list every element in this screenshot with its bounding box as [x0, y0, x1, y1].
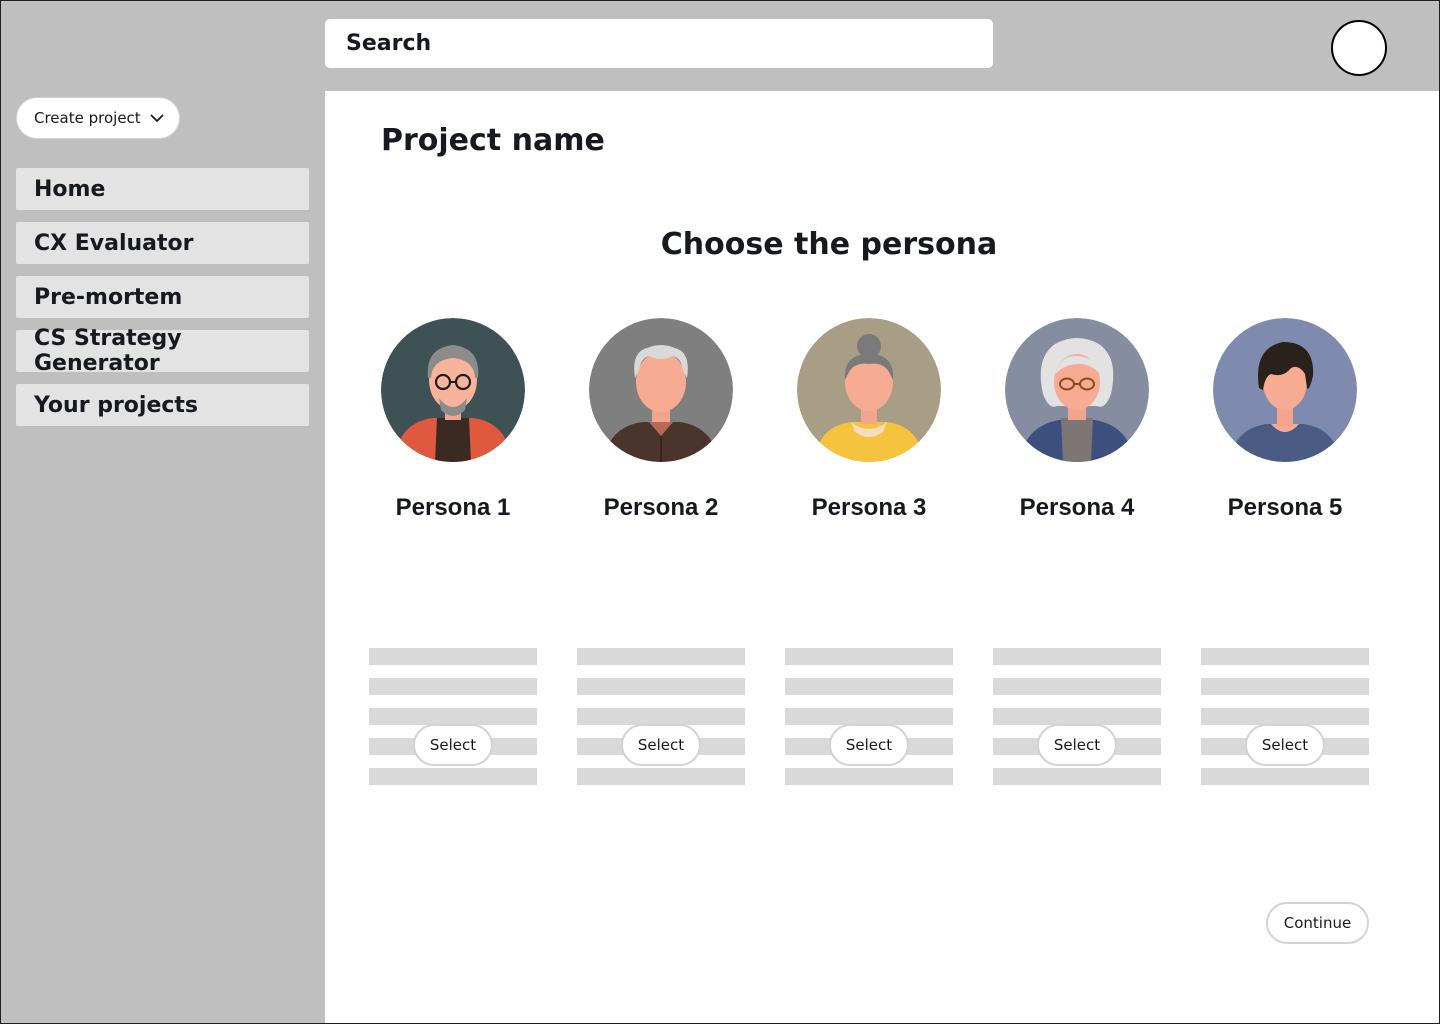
- sidebar-item-label: Your projects: [34, 392, 199, 418]
- sidebar-item-cx-evaluator[interactable]: CX Evaluator: [16, 222, 309, 264]
- select-persona-4-button[interactable]: Select: [1037, 724, 1117, 766]
- select-persona-3-button[interactable]: Select: [829, 724, 909, 766]
- persona-card: Persona 1: [369, 318, 537, 785]
- placeholder-line: [369, 678, 537, 695]
- persona-card: Persona 3: [785, 318, 953, 785]
- placeholder-line: [785, 678, 953, 695]
- persona-card: Persona 4: [993, 318, 1161, 785]
- placeholder-line: [993, 678, 1161, 695]
- placeholder-line: [785, 708, 953, 725]
- select-persona-5-button[interactable]: Select: [1245, 724, 1325, 766]
- persona-card: Persona 5: [1201, 318, 1369, 785]
- chevron-down-icon: [150, 114, 164, 122]
- persona-name: Persona 5: [1227, 494, 1343, 521]
- persona-card: Persona 2: [577, 318, 745, 785]
- persona-name: Persona 4: [1019, 494, 1135, 521]
- persona-avatar: [1213, 318, 1357, 462]
- sidebar-item-label: CX Evaluator: [34, 230, 194, 256]
- placeholder-line: [993, 768, 1161, 785]
- persona-name: Persona 1: [395, 494, 511, 521]
- search-placeholder: Search: [346, 31, 432, 56]
- main-content: Project name Choose the persona Persona …: [325, 91, 1439, 1023]
- placeholder-line: [993, 648, 1161, 665]
- placeholder-line: [993, 708, 1161, 725]
- persona-avatar: [797, 318, 941, 462]
- placeholder-line: [577, 648, 745, 665]
- placeholder-line: [785, 768, 953, 785]
- placeholder-line: [1201, 678, 1369, 695]
- persona-avatar: [381, 318, 525, 462]
- select-persona-1-button[interactable]: Select: [413, 724, 493, 766]
- sidebar-item-label: Home: [34, 176, 106, 202]
- section-heading: Choose the persona: [660, 227, 998, 262]
- user-avatar[interactable]: [1331, 20, 1387, 76]
- placeholder-line: [577, 768, 745, 785]
- persona-name: Persona 2: [603, 494, 719, 521]
- placeholder-line: [1201, 708, 1369, 725]
- placeholder-line: [369, 648, 537, 665]
- placeholder-line: [1201, 648, 1369, 665]
- placeholder-line: [577, 708, 745, 725]
- sidebar-item-pre-mortem[interactable]: Pre-mortem: [16, 276, 309, 318]
- persona-name: Persona 3: [811, 494, 927, 521]
- continue-button[interactable]: Continue: [1266, 902, 1369, 944]
- persona-avatar: [589, 318, 733, 462]
- placeholder-line: [369, 768, 537, 785]
- create-project-button[interactable]: Create project: [16, 97, 180, 139]
- persona-avatar: [1005, 318, 1149, 462]
- create-project-label: Create project: [34, 109, 141, 127]
- sidebar-item-label: Pre-mortem: [34, 284, 183, 310]
- placeholder-line: [1201, 768, 1369, 785]
- placeholder-line: [577, 678, 745, 695]
- sidebar-item-home[interactable]: Home: [16, 168, 309, 210]
- select-persona-2-button[interactable]: Select: [621, 724, 701, 766]
- sidebar-item-label: CS Strategy Generator: [34, 326, 182, 376]
- sidebar-item-your-projects[interactable]: Your projects: [16, 384, 309, 426]
- search-input[interactable]: Search: [325, 19, 993, 68]
- placeholder-line: [369, 708, 537, 725]
- sidebar-item-cs-strategy-generator[interactable]: CS Strategy Generator: [16, 326, 309, 376]
- page-title: Project name: [381, 123, 605, 158]
- placeholder-line: [785, 648, 953, 665]
